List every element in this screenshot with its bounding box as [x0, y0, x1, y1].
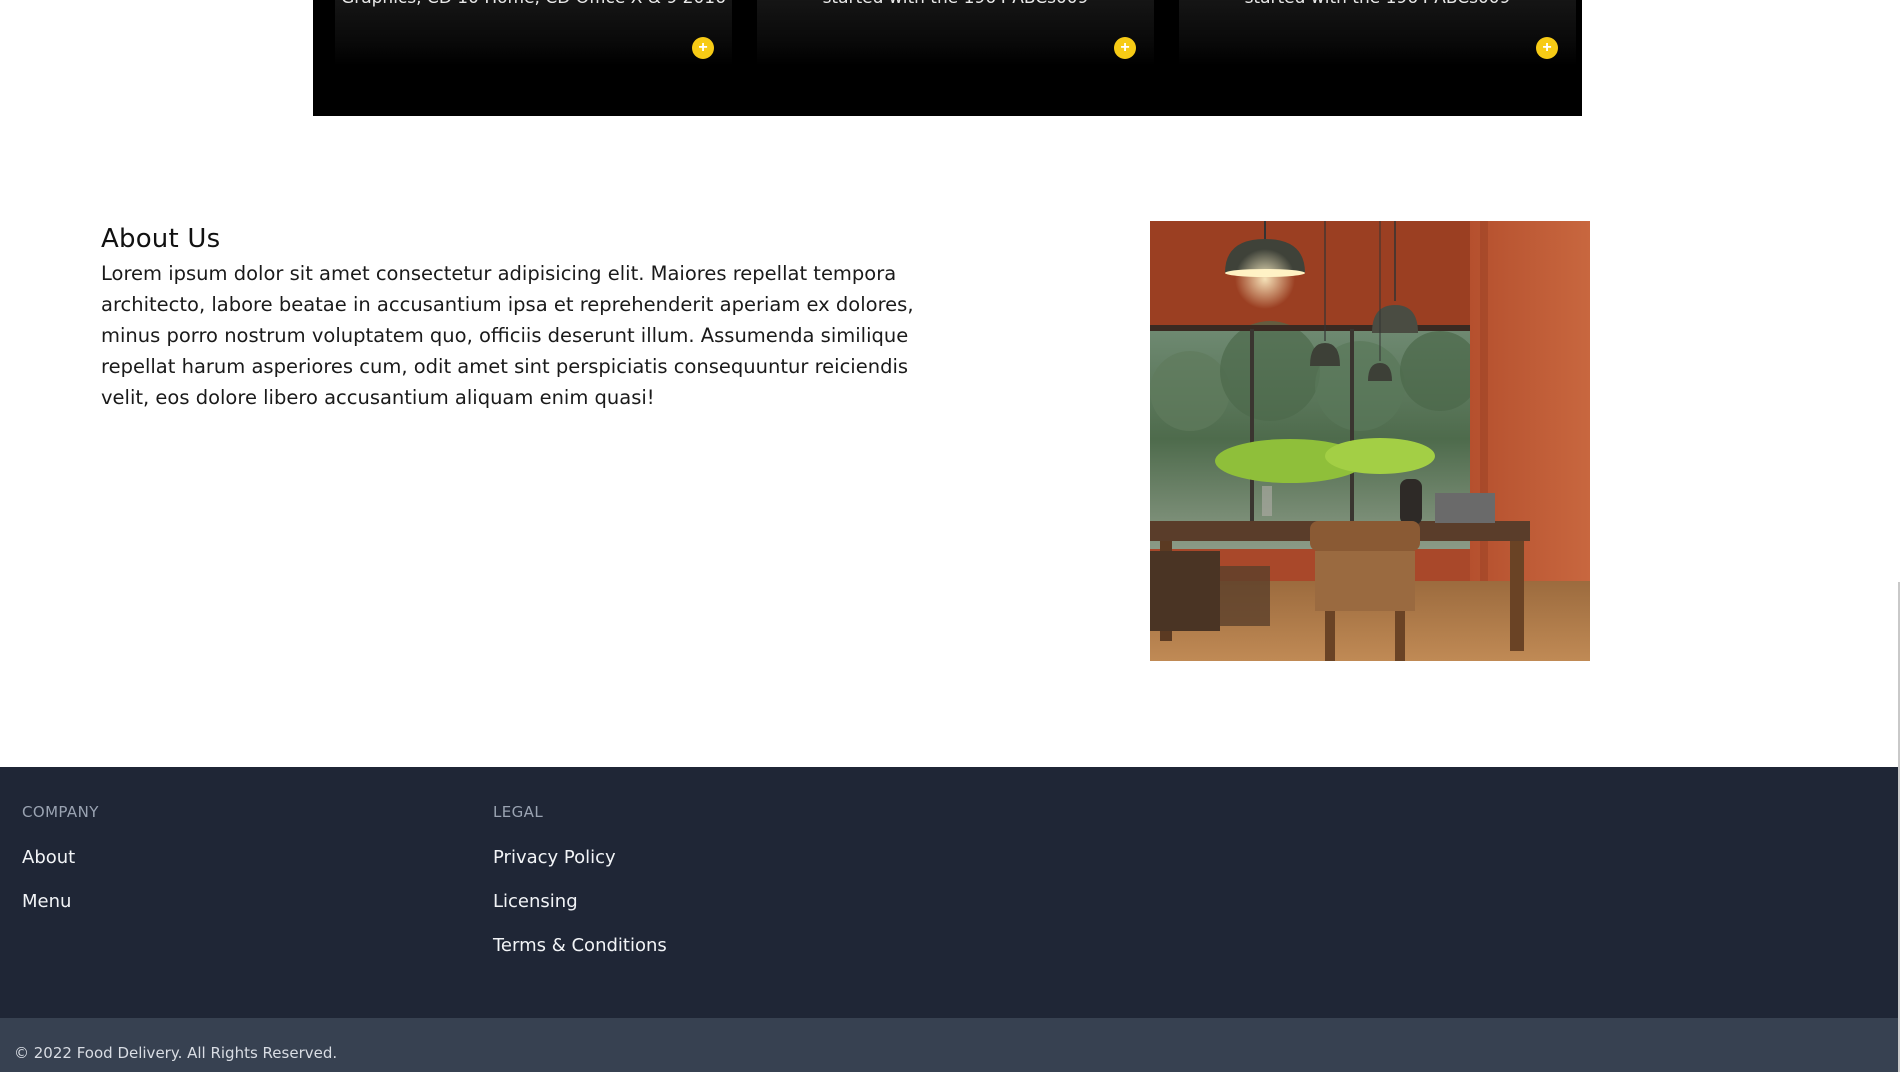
plus-icon: +	[1542, 38, 1552, 56]
footer-legal-column: LEGAL Privacy Policy Licensing Terms & C…	[493, 803, 667, 977]
list-item: About	[22, 845, 99, 870]
food-card-3[interactable]: started with the 1964 ABCs009 +	[1179, 0, 1576, 66]
list-item: Terms & Conditions	[493, 933, 667, 958]
food-card-strip: Graphics, CD 10 Home, CD Office X & 9 20…	[313, 0, 1582, 116]
footer-link-terms[interactable]: Terms & Conditions	[493, 935, 667, 956]
scrollbar[interactable]	[1898, 582, 1900, 1072]
add-item-button[interactable]: +	[692, 37, 714, 59]
footer-link-licensing[interactable]: Licensing	[493, 891, 578, 912]
food-card-description: started with the 1964 ABCs009	[757, 0, 1154, 8]
about-body: Lorem ipsum dolor sit amet consectetur a…	[101, 262, 914, 409]
footer-bottom-bar: © 2022 Food Delivery. All Rights Reserve…	[0, 1018, 1898, 1072]
footer-legal-heading: LEGAL	[493, 803, 544, 821]
add-item-button[interactable]: +	[1536, 37, 1558, 59]
footer-link-menu[interactable]: Menu	[22, 891, 71, 912]
food-card-1[interactable]: Graphics, CD 10 Home, CD Office X & 9 20…	[335, 0, 732, 66]
plus-icon: +	[1120, 38, 1130, 56]
list-item: Licensing	[493, 889, 667, 914]
site-footer: COMPANY About Menu LEGAL Privacy Policy …	[0, 767, 1898, 1018]
plus-icon: +	[698, 38, 708, 56]
footer-link-about[interactable]: About	[22, 847, 75, 868]
restaurant-interior-image	[1150, 221, 1590, 661]
footer-company-heading: COMPANY	[22, 803, 99, 821]
footer-link-privacy-policy[interactable]: Privacy Policy	[493, 847, 616, 868]
footer-legal-links: Privacy Policy Licensing Terms & Conditi…	[493, 845, 667, 958]
copyright-text: © 2022 Food Delivery. All Rights Reserve…	[14, 1044, 338, 1062]
footer-company-column: COMPANY About Menu	[22, 803, 99, 933]
about-section: About Us Lorem ipsum dolor sit amet cons…	[101, 222, 961, 413]
food-card-description: started with the 1964 ABCs009	[1179, 0, 1576, 8]
food-card-description: Graphics, CD 10 Home, CD Office X & 9 20…	[335, 0, 732, 8]
food-card-2[interactable]: started with the 1964 ABCs009 +	[757, 0, 1154, 66]
footer-company-links: About Menu	[22, 845, 99, 914]
about-title: About Us	[101, 224, 221, 254]
list-item: Menu	[22, 889, 99, 914]
list-item: Privacy Policy	[493, 845, 667, 870]
add-item-button[interactable]: +	[1114, 37, 1136, 59]
